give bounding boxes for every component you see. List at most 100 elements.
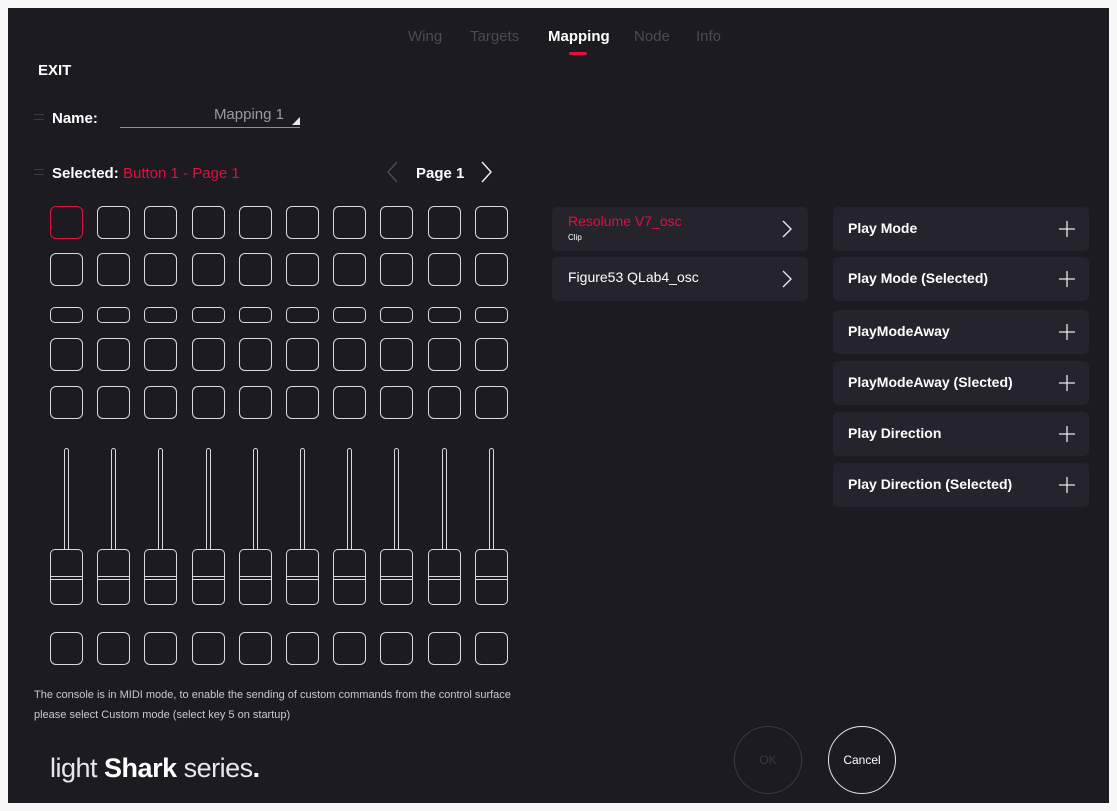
- action-label: PlayModeAway: [848, 323, 950, 339]
- selected-value: Button 1 - Page 1: [123, 165, 240, 182]
- fader-handle[interactable]: [474, 549, 508, 605]
- pad-button[interactable]: [427, 386, 461, 419]
- pad-button[interactable]: [50, 338, 83, 371]
- fader-handle[interactable]: [427, 549, 461, 605]
- pad-button[interactable]: [191, 253, 225, 286]
- pad-button[interactable]: [97, 206, 131, 239]
- pad-button[interactable]: [144, 338, 178, 371]
- pad-button[interactable]: [191, 386, 225, 419]
- fader-button[interactable]: [238, 632, 272, 665]
- tab-mapping[interactable]: Mapping: [548, 28, 610, 45]
- fader-button[interactable]: [286, 632, 319, 665]
- fader-button[interactable]: [474, 632, 508, 665]
- pad-button[interactable]: [333, 206, 367, 239]
- fader-button[interactable]: [50, 632, 83, 665]
- pad-button[interactable]: [380, 253, 414, 286]
- fader-button[interactable]: [427, 632, 461, 665]
- pad-button[interactable]: [286, 206, 319, 239]
- small-key[interactable]: [50, 307, 83, 323]
- add-icon[interactable]: [1057, 269, 1077, 289]
- pad-button[interactable]: [238, 386, 272, 419]
- small-key[interactable]: [427, 307, 461, 323]
- fader-grip: [51, 576, 82, 580]
- pad-button[interactable]: [97, 253, 131, 286]
- pad-button[interactable]: [238, 253, 272, 286]
- pad-button[interactable]: [427, 206, 461, 239]
- small-key[interactable]: [97, 307, 131, 323]
- small-key[interactable]: [380, 307, 414, 323]
- target-item-resolume[interactable]: Resolume V7_osc Clip: [552, 207, 808, 251]
- pad-button[interactable]: [144, 386, 178, 419]
- fader-button[interactable]: [97, 632, 131, 665]
- fader-track: [441, 448, 447, 553]
- small-key[interactable]: [474, 307, 508, 323]
- pad-button[interactable]: [50, 253, 83, 286]
- pad-button[interactable]: [380, 386, 414, 419]
- fader-handle[interactable]: [191, 549, 225, 605]
- fader-handle[interactable]: [50, 549, 83, 605]
- pad-button[interactable]: [333, 338, 367, 371]
- fader-handle[interactable]: [144, 549, 178, 605]
- target-item-qlab[interactable]: Figure53 QLab4_osc: [552, 257, 808, 301]
- pad-button[interactable]: [286, 338, 319, 371]
- fader-handle[interactable]: [238, 549, 272, 605]
- name-input[interactable]: Mapping 1: [120, 104, 300, 128]
- small-key[interactable]: [191, 307, 225, 323]
- tab-wing[interactable]: Wing: [408, 28, 442, 45]
- add-icon[interactable]: [1057, 322, 1077, 342]
- pad-button[interactable]: [238, 206, 272, 239]
- pad-button[interactable]: [144, 206, 178, 239]
- add-icon[interactable]: [1057, 424, 1077, 444]
- exit-button[interactable]: EXIT: [38, 62, 71, 79]
- pad-button[interactable]: [144, 253, 178, 286]
- pad-button[interactable]: [191, 206, 225, 239]
- tab-info[interactable]: Info: [696, 28, 721, 45]
- small-key[interactable]: [286, 307, 319, 323]
- pad-button[interactable]: [474, 253, 508, 286]
- pad-button[interactable]: [97, 386, 131, 419]
- add-icon[interactable]: [1057, 373, 1077, 393]
- fader-handle[interactable]: [97, 549, 131, 605]
- page-next-button[interactable]: [476, 158, 496, 186]
- pad-button[interactable]: [97, 338, 131, 371]
- fader-handle[interactable]: [333, 549, 367, 605]
- pad-button[interactable]: [427, 338, 461, 371]
- fader-grip: [381, 576, 413, 580]
- pad-button[interactable]: [380, 338, 414, 371]
- pad-button[interactable]: [191, 338, 225, 371]
- pad-button[interactable]: [50, 386, 83, 419]
- name-label: Name:: [52, 110, 98, 127]
- tab-node[interactable]: Node: [634, 28, 670, 45]
- pad-button[interactable]: [238, 338, 272, 371]
- pad-button[interactable]: [474, 206, 508, 239]
- fader-track: [394, 448, 400, 553]
- pad-button[interactable]: [50, 206, 83, 239]
- tab-targets[interactable]: Targets: [470, 28, 519, 45]
- add-icon[interactable]: [1057, 475, 1077, 495]
- ok-button[interactable]: OK: [734, 726, 802, 794]
- fader-button[interactable]: [191, 632, 225, 665]
- pad-button[interactable]: [380, 206, 414, 239]
- action-label: Play Direction (Selected): [848, 476, 1013, 492]
- pad-button[interactable]: [474, 338, 508, 371]
- fader-track: [347, 448, 353, 553]
- page-prev-button[interactable]: [383, 158, 403, 186]
- pad-button[interactable]: [333, 253, 367, 286]
- fader-handle[interactable]: [380, 549, 414, 605]
- name-value: Mapping 1: [213, 106, 284, 123]
- small-key[interactable]: [238, 307, 272, 323]
- small-key[interactable]: [144, 307, 178, 323]
- fader-button[interactable]: [144, 632, 178, 665]
- fader-button[interactable]: [333, 632, 367, 665]
- pad-button[interactable]: [286, 253, 319, 286]
- cancel-button[interactable]: Cancel: [828, 726, 896, 794]
- drag-handle-icon: [34, 114, 44, 120]
- fader-handle[interactable]: [286, 549, 319, 605]
- add-icon[interactable]: [1057, 219, 1077, 239]
- fader-button[interactable]: [380, 632, 414, 665]
- pad-button[interactable]: [286, 386, 319, 419]
- pad-button[interactable]: [427, 253, 461, 286]
- small-key[interactable]: [333, 307, 367, 323]
- pad-button[interactable]: [474, 386, 508, 419]
- pad-button[interactable]: [333, 386, 367, 419]
